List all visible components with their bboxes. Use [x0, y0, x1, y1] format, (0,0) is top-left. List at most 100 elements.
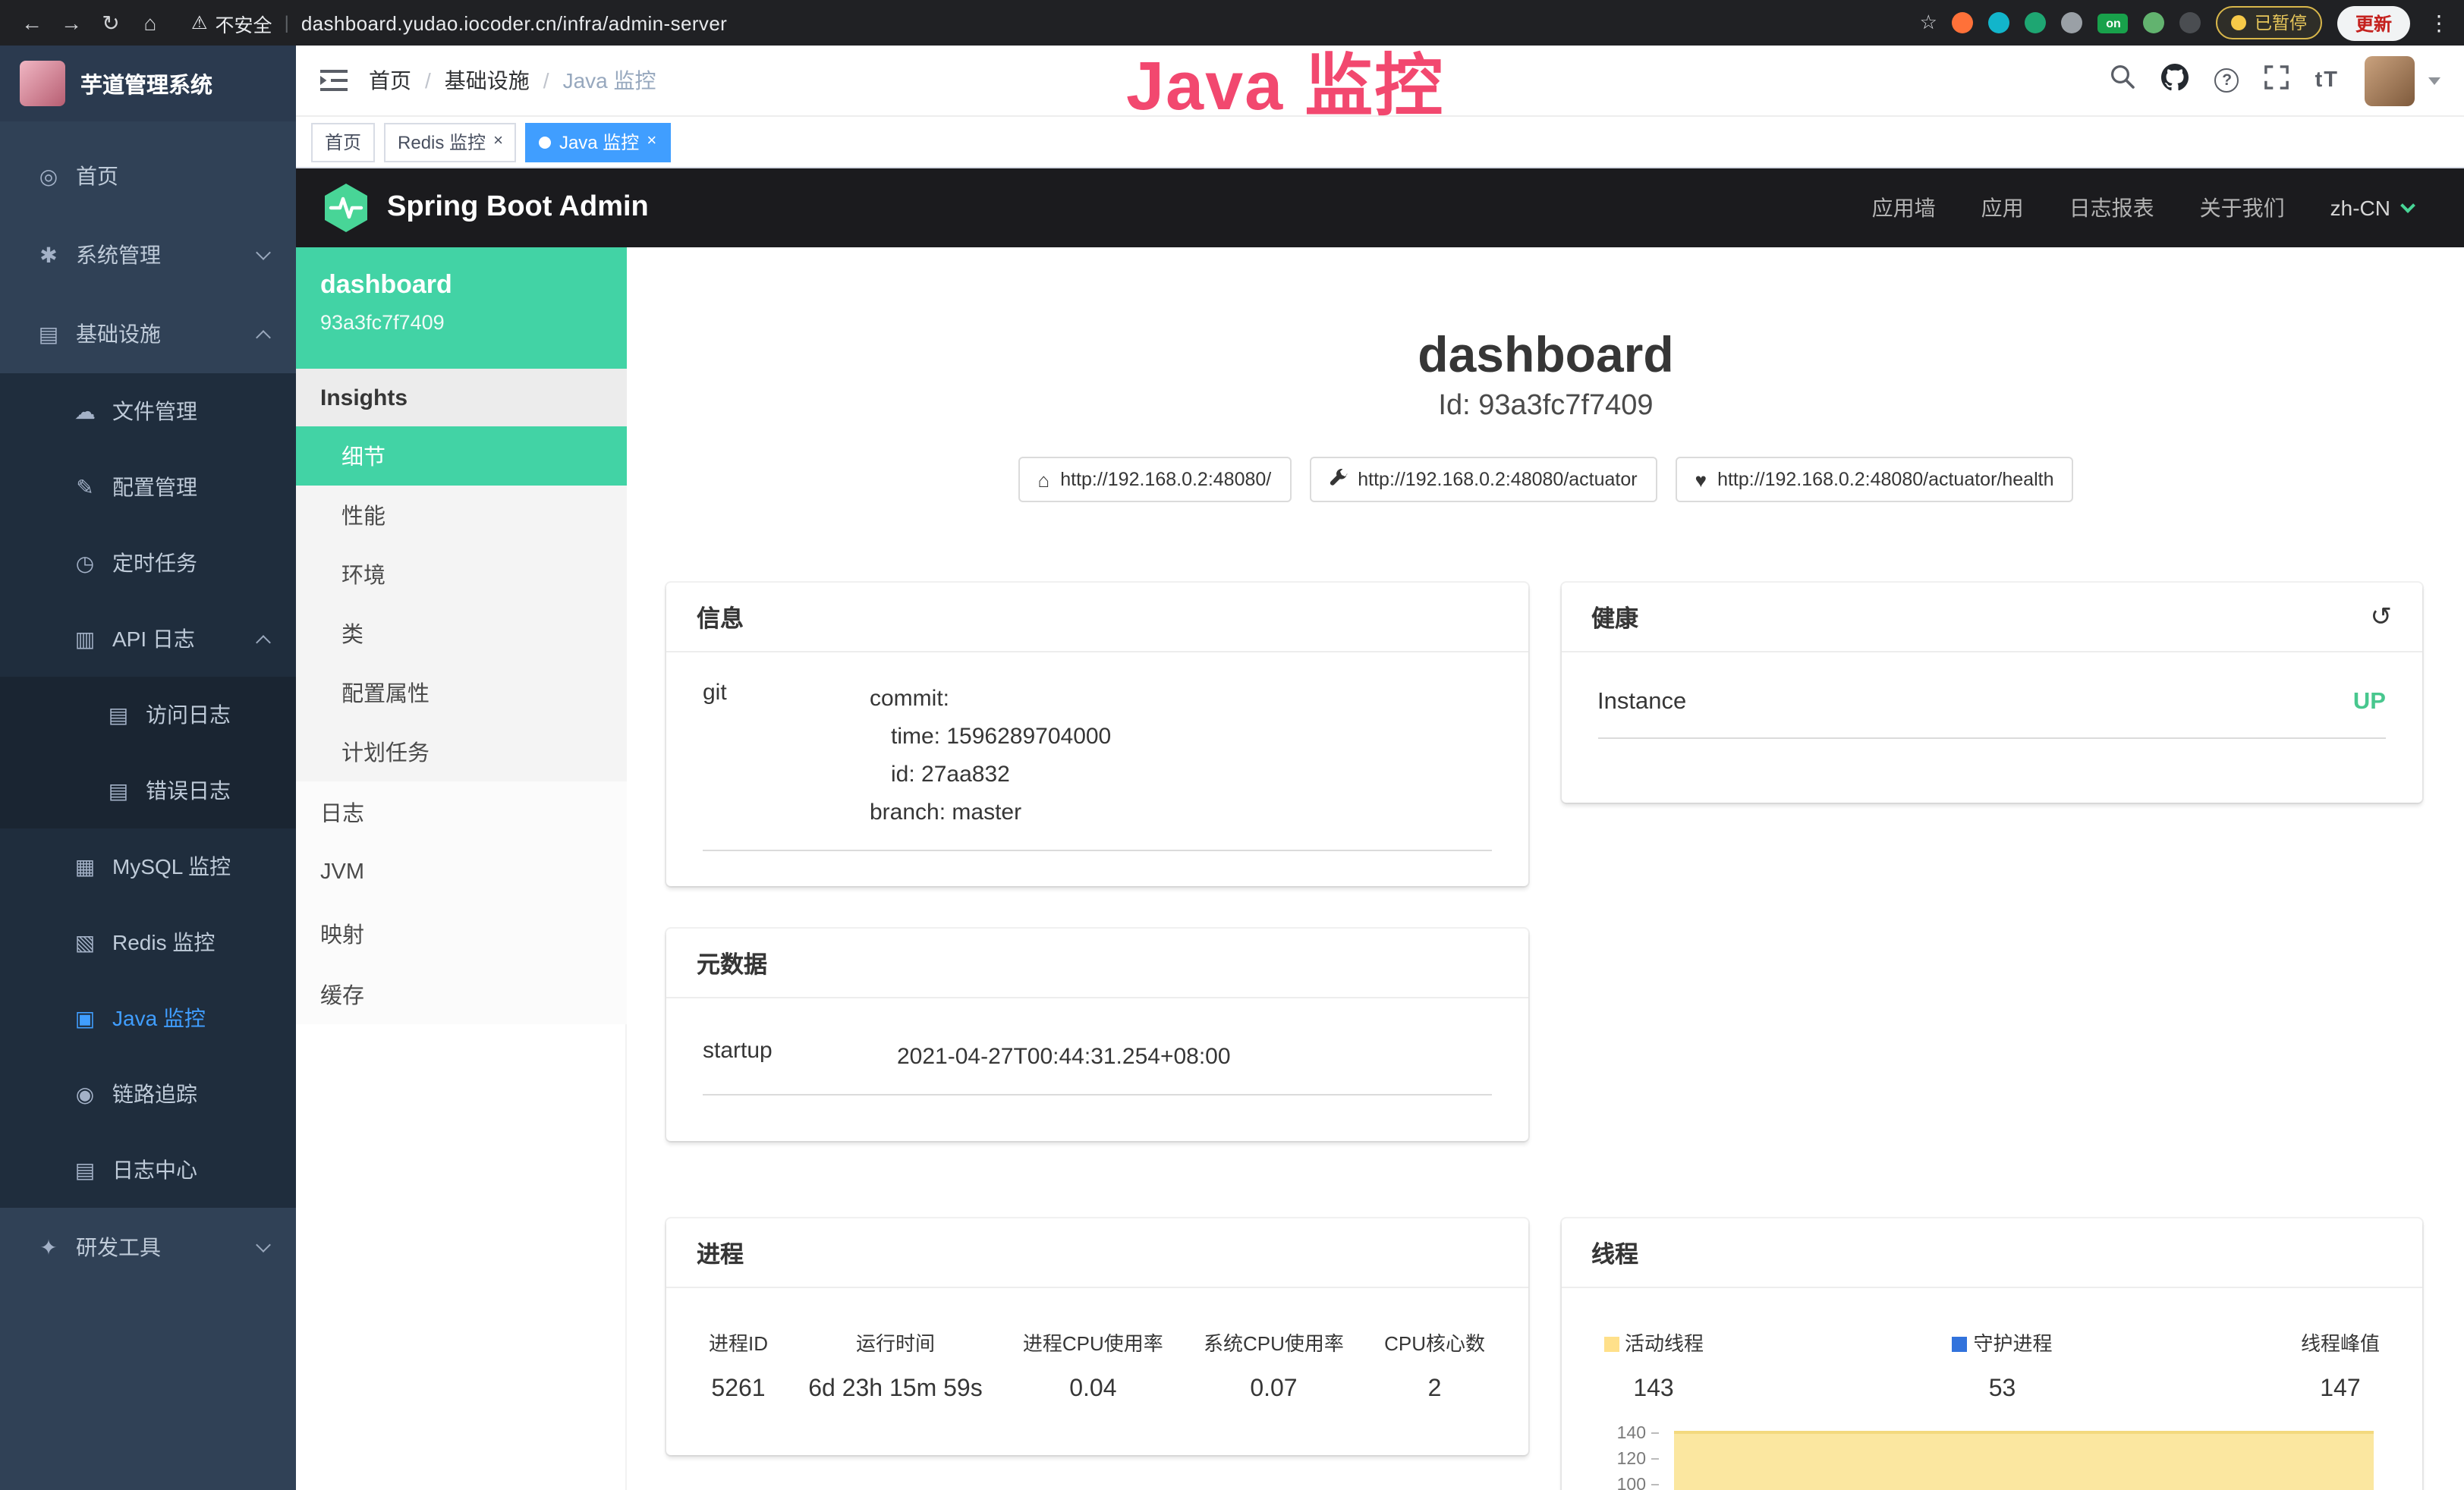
- security-label[interactable]: 不安全: [216, 8, 272, 37]
- breadcrumb-separator: [543, 68, 549, 93]
- health-icon: ♥: [1695, 468, 1707, 491]
- locale-label: zh-CN: [2330, 196, 2390, 220]
- sba-nav-about[interactable]: 关于我们: [2200, 193, 2285, 223]
- extension-icon[interactable]: [1989, 12, 2010, 33]
- paused-pill[interactable]: 已暂停: [2217, 6, 2322, 39]
- sidebar-item-label: 首页: [76, 161, 118, 191]
- github-icon[interactable]: [2162, 63, 2189, 98]
- address-bar[interactable]: ⚠ 不安全 | dashboard.yudao.iocoder.cn/infra…: [191, 8, 727, 37]
- sba-item-config-props[interactable]: 配置属性: [296, 663, 627, 722]
- sba-brand[interactable]: Spring Boot Admin: [323, 182, 649, 234]
- sidebar-item-config-mgmt[interactable]: ✎ 配置管理: [0, 449, 296, 525]
- font-size-icon[interactable]: tT: [2315, 68, 2339, 93]
- sidebar-item-home[interactable]: ◎ 首页: [0, 137, 296, 215]
- reload-icon[interactable]: ↻: [94, 10, 127, 36]
- service-url-button[interactable]: ⌂ http://192.168.0.2:48080/: [1018, 457, 1292, 502]
- sidebar-item-error-log[interactable]: ▤ 错误日志: [0, 753, 296, 828]
- metadata-card-body: startup 2021-04-27T00:44:31.254+08:00: [666, 998, 1528, 1123]
- dashboard-icon: ◎: [30, 163, 67, 189]
- sba-item-logging[interactable]: 日志: [296, 781, 627, 842]
- tag-java-monitor[interactable]: Java 监控 ×: [526, 122, 670, 162]
- user-avatar[interactable]: [2365, 55, 2415, 105]
- locale-selector[interactable]: zh-CN: [2330, 196, 2413, 220]
- file-icon: ☁: [67, 398, 103, 424]
- threads-chart: 140 120 100: [1597, 1425, 2386, 1490]
- y-axis-tick: 140: [1597, 1425, 1658, 1443]
- sidebar-item-file-mgmt[interactable]: ☁ 文件管理: [0, 373, 296, 449]
- sba-item-environment[interactable]: 环境: [296, 545, 627, 604]
- sidebar-item-log-center[interactable]: ▤ 日志中心: [0, 1132, 296, 1208]
- header-actions: ? tT: [2110, 55, 2440, 105]
- bookmark-star-icon[interactable]: ☆: [1920, 11, 1937, 35]
- wrench-icon: [1329, 468, 1347, 491]
- avatar-caret-icon[interactable]: [2428, 77, 2440, 84]
- redis-icon: ▧: [67, 929, 103, 955]
- forward-icon[interactable]: →: [55, 11, 88, 35]
- search-icon[interactable]: [2110, 64, 2136, 97]
- back-icon[interactable]: ←: [15, 11, 49, 35]
- sba-item-mappings[interactable]: 映射: [296, 903, 627, 963]
- sidebar-item-tracing[interactable]: ◉ 链路追踪: [0, 1056, 296, 1132]
- breadcrumb-infra[interactable]: 基础设施: [445, 65, 530, 96]
- info-row: git commit: time: 1596289704000 id: 27aa…: [703, 680, 1491, 851]
- sba-item-jvm[interactable]: JVM: [296, 842, 627, 903]
- extension-icon[interactable]: [1953, 12, 1974, 33]
- sba-item-details[interactable]: 细节: [296, 426, 627, 486]
- update-button[interactable]: 更新: [2337, 5, 2410, 40]
- process-col-label: 运行时间: [808, 1328, 983, 1356]
- sba-nav-applications[interactable]: 应用: [1981, 193, 2024, 223]
- sidebar-item-scheduled-jobs[interactable]: ◷ 定时任务: [0, 525, 296, 601]
- metadata-row: startup 2021-04-27T00:44:31.254+08:00: [703, 1026, 1491, 1095]
- history-icon[interactable]: ↺: [2371, 602, 2393, 632]
- extension-icon[interactable]: [2025, 12, 2047, 33]
- tag-home[interactable]: 首页: [311, 122, 375, 162]
- sba-nav-journal[interactable]: 日志报表: [2069, 193, 2154, 223]
- instance-header[interactable]: dashboard 93a3fc7f7409: [296, 247, 627, 369]
- sidebar-fold-icon[interactable]: [320, 68, 348, 93]
- sidebar-item-redis-monitor[interactable]: ▧ Redis 监控: [0, 904, 296, 980]
- help-icon[interactable]: ?: [2215, 68, 2239, 93]
- process-col-label: 进程CPU使用率: [1023, 1328, 1163, 1356]
- threads-card-body: 活动线程 143 守护进程 53: [1561, 1288, 2422, 1490]
- sidebar-item-mysql-monitor[interactable]: ▦ MySQL 监控: [0, 828, 296, 904]
- extension-icon[interactable]: [2062, 12, 2083, 33]
- browser-menu-icon[interactable]: ⋮: [2428, 10, 2450, 36]
- update-label: 更新: [2355, 13, 2392, 34]
- sidebar-item-access-log[interactable]: ▤ 访问日志: [0, 677, 296, 753]
- tag-redis-monitor[interactable]: Redis 监控 ×: [384, 122, 517, 162]
- sidebar-logo[interactable]: 芋道管理系统: [0, 46, 296, 121]
- breadcrumb-home[interactable]: 首页: [369, 65, 411, 96]
- home-icon: ⌂: [1038, 468, 1050, 491]
- extension-icon[interactable]: [2180, 12, 2201, 33]
- sidebar-item-system[interactable]: ✱ 系统管理: [0, 215, 296, 294]
- live-threads-swatch-icon: [1603, 1337, 1619, 1352]
- health-card-header: 健康 ↺: [1561, 583, 2422, 652]
- url-text[interactable]: dashboard.yudao.iocoder.cn/infra/admin-s…: [301, 11, 727, 34]
- health-card: 健康 ↺ Instance UP: [1561, 583, 2422, 803]
- chevron-down-icon: [256, 1237, 271, 1252]
- sba-item-classes[interactable]: 类: [296, 604, 627, 663]
- sba-item-scheduled-tasks[interactable]: 计划任务: [296, 722, 627, 781]
- browser-actions: ☆ on 已暂停 更新 ⋮: [1920, 5, 2450, 40]
- sidebar-item-api-log[interactable]: ▥ API 日志: [0, 601, 296, 677]
- close-icon[interactable]: ×: [647, 134, 656, 150]
- fullscreen-icon[interactable]: [2265, 64, 2289, 96]
- sba-item-caches[interactable]: 缓存: [296, 963, 627, 1024]
- process-card-body: 进程ID 5261 运行时间 6d 23h 15m 59s 进程CPU使用率: [666, 1288, 1528, 1431]
- extension-on-badge-icon[interactable]: on: [2098, 13, 2129, 33]
- close-icon[interactable]: ×: [493, 134, 503, 150]
- extension-icon[interactable]: [2144, 12, 2165, 33]
- sba-sidebar: dashboard 93a3fc7f7409 Insights 细节 性能 环境…: [296, 247, 627, 1490]
- sidebar-item-infrastructure[interactable]: ▤ 基础设施: [0, 294, 296, 373]
- health-url-button[interactable]: ♥ http://192.168.0.2:48080/actuator/heal…: [1676, 457, 2074, 502]
- threads-legend: 活动线程 143 守护进程 53: [1597, 1316, 2386, 1404]
- sidebar-item-java-monitor[interactable]: ▣ Java 监控: [0, 980, 296, 1056]
- sidebar-item-dev-tools[interactable]: ✦ 研发工具: [0, 1208, 296, 1287]
- actuator-url-button[interactable]: http://192.168.0.2:48080/actuator: [1309, 457, 1657, 502]
- sba-nav-wallboard[interactable]: 应用墙: [1872, 193, 1936, 223]
- info-card: 信息 git commit: time: 1596289704000 id: 2…: [666, 583, 1528, 886]
- sba-item-metrics[interactable]: 性能: [296, 486, 627, 545]
- threads-card-title: 线程: [1561, 1218, 2422, 1288]
- git-time-line: time: 1596289704000: [870, 718, 1491, 756]
- browser-home-icon[interactable]: ⌂: [134, 11, 167, 35]
